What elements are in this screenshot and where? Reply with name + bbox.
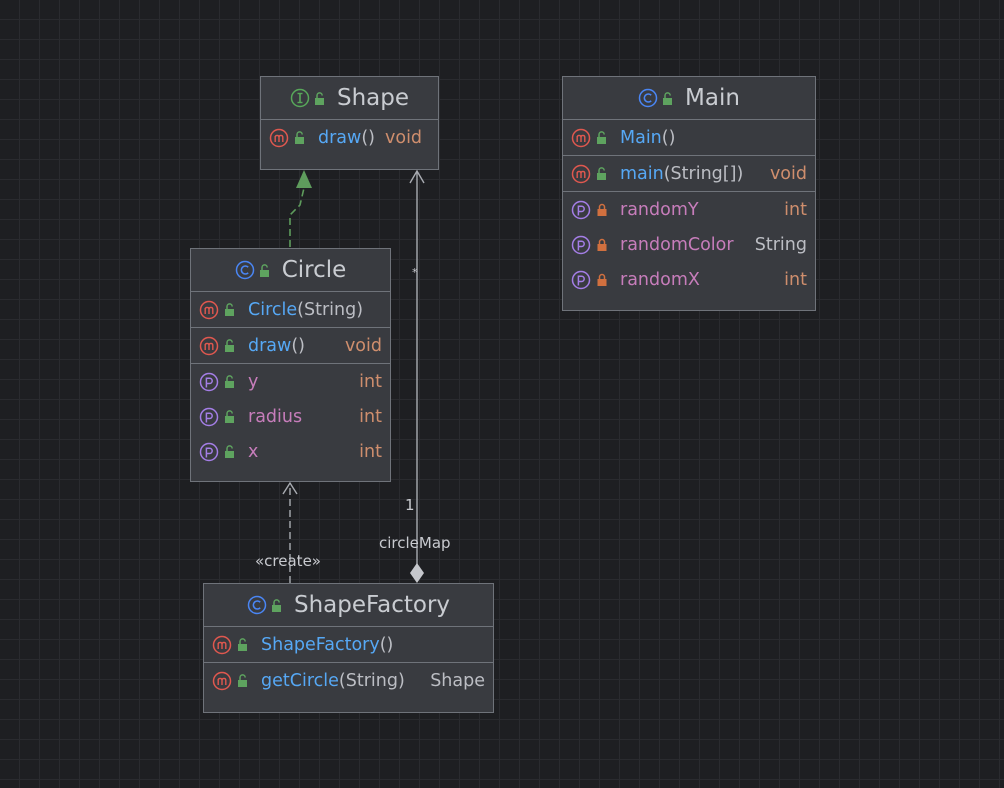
field-row[interactable]: randomX int: [563, 262, 815, 297]
method-row[interactable]: draw () void: [191, 328, 390, 363]
field-name: randomX: [620, 269, 700, 290]
field-icon: [199, 407, 219, 426]
create-label: «create»: [255, 552, 321, 570]
method-row[interactable]: main (String[]) void: [563, 156, 815, 191]
method-icon: [199, 300, 219, 319]
class-name: ShapeFactory: [293, 592, 451, 618]
field-row[interactable]: y int: [191, 364, 390, 399]
class-header: Main: [563, 77, 815, 120]
class-name: Circle: [281, 257, 347, 283]
public-lock-icon: [314, 91, 324, 105]
composition-diamond: [410, 563, 424, 583]
package-lock-icon: [225, 303, 234, 316]
composition-edge: [409, 169, 425, 583]
constructor-params: (): [661, 127, 676, 148]
field-icon: [199, 372, 219, 391]
implements-edge: [289, 170, 312, 247]
composition-source-multiplicity: 1: [405, 496, 415, 514]
field-type: String: [754, 234, 807, 255]
constructor-name: Main: [620, 127, 662, 148]
method-return-type: void: [385, 127, 423, 148]
class-node-shape[interactable]: Shape draw () void: [260, 76, 439, 170]
field-type: int: [784, 199, 807, 220]
method-name: draw: [318, 127, 362, 148]
class-node-main[interactable]: Main Main () main (String[]) void random…: [562, 76, 816, 311]
class-icon: [638, 88, 658, 108]
class-header: ShapeFactory: [204, 584, 493, 627]
field-name: radius: [248, 406, 303, 427]
private-lock-icon: [597, 203, 607, 216]
field-row[interactable]: randomY int: [563, 192, 815, 227]
field-type: int: [359, 371, 382, 392]
constructor-row[interactable]: Circle (String): [191, 292, 390, 327]
class-node-circle[interactable]: Circle Circle (String) draw () void y in…: [190, 248, 391, 482]
class-header: Shape: [261, 77, 438, 120]
constructor-params: (String): [297, 299, 364, 320]
field-name: randomColor: [620, 234, 734, 255]
public-lock-icon: [663, 91, 673, 105]
method-name: getCircle: [261, 670, 339, 691]
public-lock-icon: [238, 638, 247, 651]
method-icon: [571, 128, 591, 147]
field-type: int: [784, 269, 807, 290]
field-row[interactable]: x int: [191, 434, 390, 469]
constructor-name: Circle: [248, 299, 298, 320]
public-lock-icon: [259, 263, 269, 277]
method-row[interactable]: draw () void: [261, 120, 438, 155]
field-icon: [571, 235, 591, 254]
method-name: main: [620, 163, 664, 184]
field-row[interactable]: radius int: [191, 399, 390, 434]
method-row[interactable]: getCircle (String) Shape: [204, 663, 493, 698]
public-lock-icon: [597, 131, 606, 144]
interface-icon: [290, 88, 310, 108]
field-type: int: [359, 406, 382, 427]
method-icon: [212, 635, 232, 654]
field-name: y: [248, 371, 259, 392]
package-lock-icon: [225, 445, 234, 458]
constructor-row[interactable]: ShapeFactory (): [204, 627, 493, 662]
method-name: draw: [248, 335, 292, 356]
constructor-params: (): [379, 634, 394, 655]
method-icon: [212, 671, 232, 690]
method-return-type: void: [769, 163, 807, 184]
field-icon: [571, 200, 591, 219]
constructor-row[interactable]: Main (): [563, 120, 815, 155]
package-lock-icon: [225, 339, 234, 352]
public-lock-icon: [597, 167, 606, 180]
composition-label: circleMap: [379, 534, 451, 552]
class-header: Circle: [191, 249, 390, 292]
package-lock-icon: [225, 375, 234, 388]
field-name: x: [248, 441, 259, 462]
field-type: int: [359, 441, 382, 462]
field-row[interactable]: randomColor String: [563, 227, 815, 262]
field-icon: [199, 442, 219, 461]
class-node-shape-factory[interactable]: ShapeFactory ShapeFactory () getCircle (…: [203, 583, 494, 713]
public-lock-icon: [271, 598, 281, 612]
method-icon: [571, 164, 591, 183]
method-params: (): [361, 127, 375, 148]
private-lock-icon: [597, 273, 607, 286]
package-lock-icon: [225, 410, 234, 423]
method-params: (String): [338, 670, 405, 691]
field-name: randomY: [620, 199, 699, 220]
composition-target-multiplicity: *: [412, 266, 418, 279]
constructor-name: ShapeFactory: [261, 634, 380, 655]
method-return-type: void: [344, 335, 382, 356]
method-return-type: Shape: [430, 670, 485, 691]
class-name: Shape: [336, 85, 410, 111]
class-name: Main: [685, 85, 740, 111]
class-icon: [247, 595, 267, 615]
private-lock-icon: [597, 238, 607, 251]
relations-layer: [282, 169, 425, 583]
implements-arrowhead: [296, 170, 312, 188]
method-params: (): [291, 335, 305, 356]
public-lock-icon: [238, 674, 247, 687]
method-icon: [199, 336, 219, 355]
class-icon: [235, 260, 254, 280]
method-icon: [269, 128, 289, 147]
method-params: (String[]): [663, 163, 744, 184]
field-icon: [571, 270, 591, 289]
public-lock-icon: [295, 131, 304, 144]
